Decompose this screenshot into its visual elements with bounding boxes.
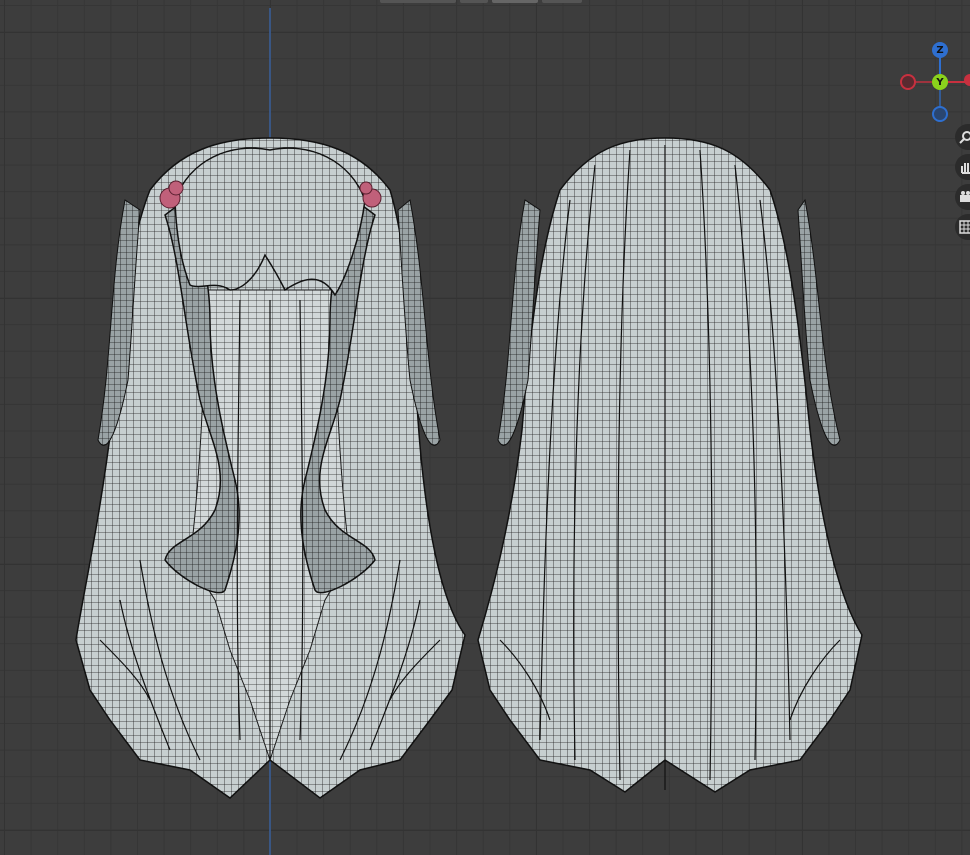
z-axis-label: Z xyxy=(936,44,944,56)
hair-front-view[interactable] xyxy=(75,137,466,799)
y-axis-dot[interactable]: Y xyxy=(932,74,948,90)
zoom-icon xyxy=(959,131,970,144)
grid-view-icon xyxy=(959,220,970,234)
z-axis-dot[interactable]: Z xyxy=(932,42,948,58)
hair-mesh-scene xyxy=(75,137,863,799)
y-axis-label: Y xyxy=(936,76,944,88)
hand-pan-icon xyxy=(961,163,970,174)
x-axis-dot[interactable] xyxy=(964,74,970,86)
neg-z-axis-dot[interactable] xyxy=(932,106,948,122)
camera-icon xyxy=(960,191,970,202)
neg-x-axis-dot[interactable] xyxy=(900,74,916,90)
navigation-gizmo[interactable]: Z Y xyxy=(898,40,970,124)
hair-back-view[interactable] xyxy=(477,137,863,793)
